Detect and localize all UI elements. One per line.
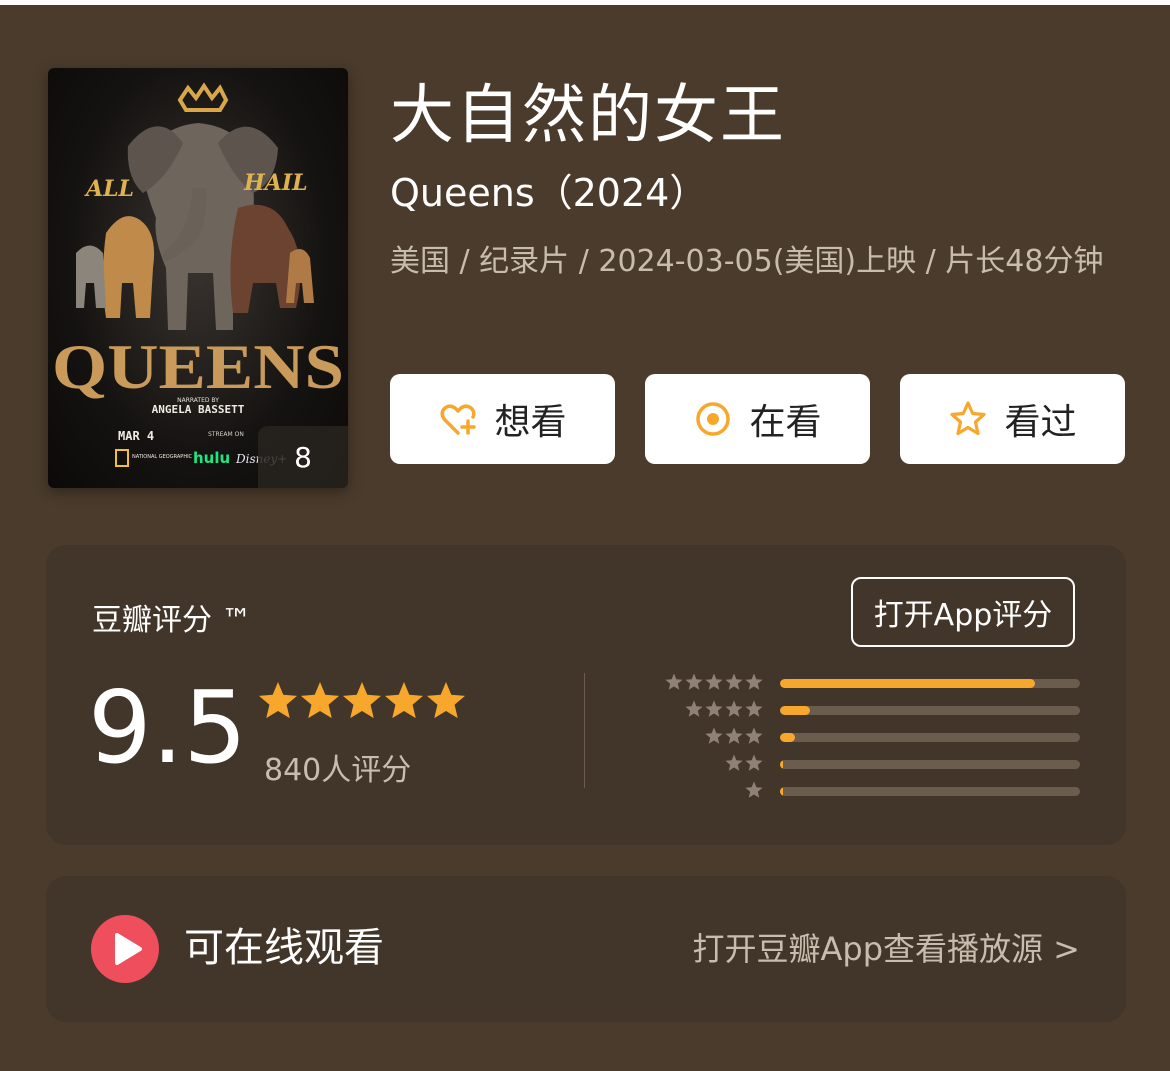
score-star-icon bbox=[342, 682, 382, 719]
small-star-icon bbox=[745, 754, 763, 771]
photo-count: 8 bbox=[294, 440, 312, 474]
movie-meta: 美国 / 纪录片 / 2024-03-05(美国)上映 / 片长48分钟 bbox=[390, 244, 1104, 279]
open-app-rate-button[interactable]: 打开App评分 bbox=[851, 577, 1075, 647]
small-star-icon bbox=[685, 673, 703, 690]
poster-title-queens: QUEENS bbox=[52, 331, 344, 402]
target-circle-icon bbox=[693, 399, 733, 439]
open-app-sources-link[interactable]: 打开豆瓣App查看播放源 > bbox=[692, 926, 1080, 972]
done-button[interactable]: 看过 bbox=[900, 374, 1125, 464]
score-star-icon bbox=[384, 682, 424, 719]
distribution-row bbox=[646, 723, 1080, 750]
movie-original-title: Queens（2024） bbox=[390, 171, 708, 215]
distribution-fill bbox=[780, 706, 810, 715]
poster-stream-on: STREAM ON bbox=[208, 431, 244, 438]
wish-label: 想看 bbox=[494, 402, 567, 443]
distribution-stars bbox=[664, 672, 764, 692]
small-star-icon bbox=[745, 700, 763, 717]
small-star-icon bbox=[665, 673, 683, 690]
distribution-fill bbox=[780, 679, 1035, 688]
small-star-icon bbox=[745, 727, 763, 744]
poster-text-all: ALL bbox=[84, 176, 134, 202]
rating-votes: 840人评分 bbox=[264, 753, 412, 788]
poster-text-hail: HAIL bbox=[243, 170, 308, 196]
watch-online-card[interactable]: 可在线观看 打开豆瓣App查看播放源 > bbox=[46, 876, 1126, 1022]
rating-card: 豆瓣评分 ™ 打开App评分 9.5 840人评分 bbox=[46, 545, 1126, 845]
score-star-icon bbox=[258, 682, 298, 719]
poster-narrator: ANGELA BASSETT bbox=[152, 403, 245, 416]
distribution-fill bbox=[780, 760, 783, 769]
star-outline-icon bbox=[948, 399, 988, 439]
play-icon bbox=[90, 914, 160, 984]
distribution-track bbox=[780, 679, 1080, 688]
doing-button[interactable]: 在看 bbox=[645, 374, 870, 464]
heart-plus-icon bbox=[438, 399, 478, 439]
small-star-icon bbox=[705, 673, 723, 690]
distribution-stars bbox=[684, 699, 764, 719]
done-label: 看过 bbox=[1004, 402, 1077, 443]
small-star-icon bbox=[705, 727, 723, 744]
small-star-icon bbox=[745, 781, 763, 798]
photo-count-badge[interactable]: 8 bbox=[258, 426, 348, 488]
small-star-icon bbox=[725, 727, 743, 744]
movie-poster[interactable]: ALL HAIL QUEENS NARRATED BY ANGELA BASSE… bbox=[48, 68, 348, 488]
distribution-track bbox=[780, 760, 1080, 769]
poster-date: MAR 4 bbox=[118, 429, 154, 443]
score-stars bbox=[256, 679, 466, 727]
distribution-row bbox=[646, 750, 1080, 777]
small-star-icon bbox=[725, 754, 743, 771]
distribution-row bbox=[646, 669, 1080, 696]
doing-label: 在看 bbox=[749, 402, 822, 443]
score-star-icon bbox=[300, 682, 340, 719]
rating-label: 豆瓣评分 ™ bbox=[92, 603, 252, 638]
small-star-icon bbox=[725, 673, 743, 690]
top-strip bbox=[0, 0, 1170, 5]
distribution-track bbox=[780, 706, 1080, 715]
distribution-fill bbox=[780, 733, 795, 742]
small-star-icon bbox=[685, 700, 703, 717]
movie-title: 大自然的女王 bbox=[390, 79, 786, 153]
wish-button[interactable]: 想看 bbox=[390, 374, 615, 464]
distribution-stars bbox=[704, 726, 764, 746]
poster-hulu: hulu bbox=[193, 449, 230, 467]
distribution-row bbox=[646, 696, 1080, 723]
distribution-track bbox=[780, 787, 1080, 796]
distribution-track bbox=[780, 733, 1080, 742]
small-star-icon bbox=[745, 673, 763, 690]
rating-score: 9.5 bbox=[88, 669, 248, 786]
small-star-icon bbox=[705, 700, 723, 717]
poster-artwork: ALL HAIL QUEENS NARRATED BY ANGELA BASSE… bbox=[52, 82, 344, 467]
rating-divider bbox=[584, 673, 585, 788]
distribution-stars bbox=[724, 753, 764, 773]
distribution-stars bbox=[744, 780, 764, 800]
watch-online-label: 可在线观看 bbox=[184, 925, 384, 971]
distribution-fill bbox=[780, 787, 783, 796]
poster-natgeo: NATIONAL GEOGRAPHIC bbox=[132, 454, 193, 460]
distribution-row bbox=[646, 777, 1080, 804]
natgeo-logo-icon bbox=[115, 449, 129, 467]
score-star-icon bbox=[426, 682, 466, 719]
small-star-icon bbox=[725, 700, 743, 717]
